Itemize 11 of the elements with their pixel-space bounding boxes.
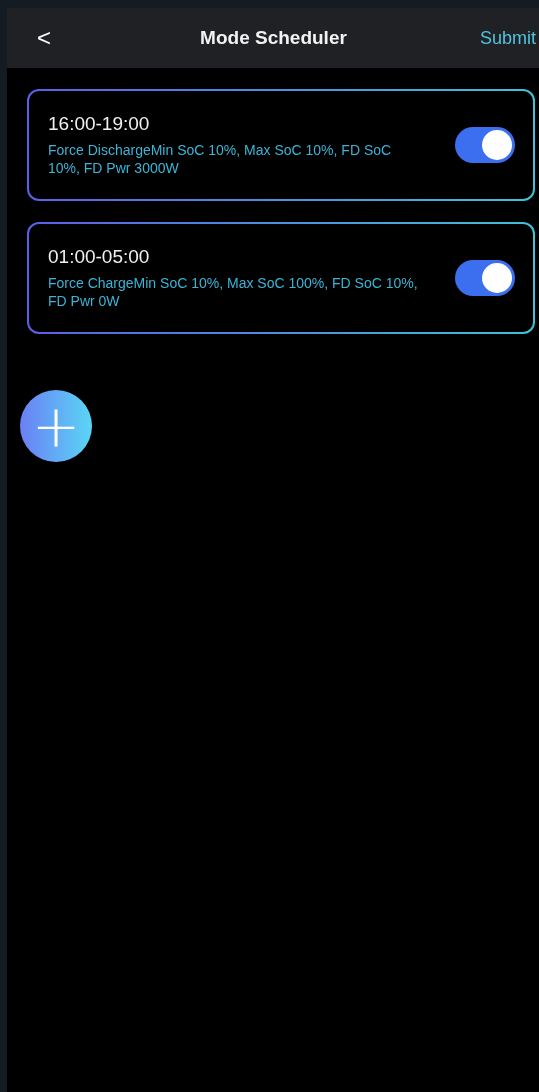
- schedule-details: Force DischargeMin SoC 10%, Max SoC 10%, FD SoC 10%, FD Pwr 3000W: [48, 141, 393, 177]
- time-range: 01:00-05:00: [48, 246, 151, 268]
- toggle-switch[interactable]: [455, 260, 515, 296]
- schedule-details: Force ChargeMin SoC 10%, Max SoC 100%, FD SoC 10%, FD Pwr 0W: [48, 274, 419, 310]
- schedule-card[interactable]: 01:00-05:00 Force ChargeMin SoC 10%, Max SoC 100%, FD SoC 10%, FD Pwr 0W: [27, 222, 535, 334]
- screen-title: Mode Scheduler: [199, 27, 348, 49]
- submit-button[interactable]: Submit: [479, 27, 539, 49]
- back-button[interactable]: <: [37, 24, 67, 52]
- time-range: 16:00-19:00: [48, 113, 151, 135]
- toggle-switch[interactable]: [455, 127, 515, 163]
- schedule-card[interactable]: 16:00-19:00 Force DischargeMin SoC 10%, Max SoC 10%, FD SoC 10%, FD Pwr 3000W: [27, 89, 535, 201]
